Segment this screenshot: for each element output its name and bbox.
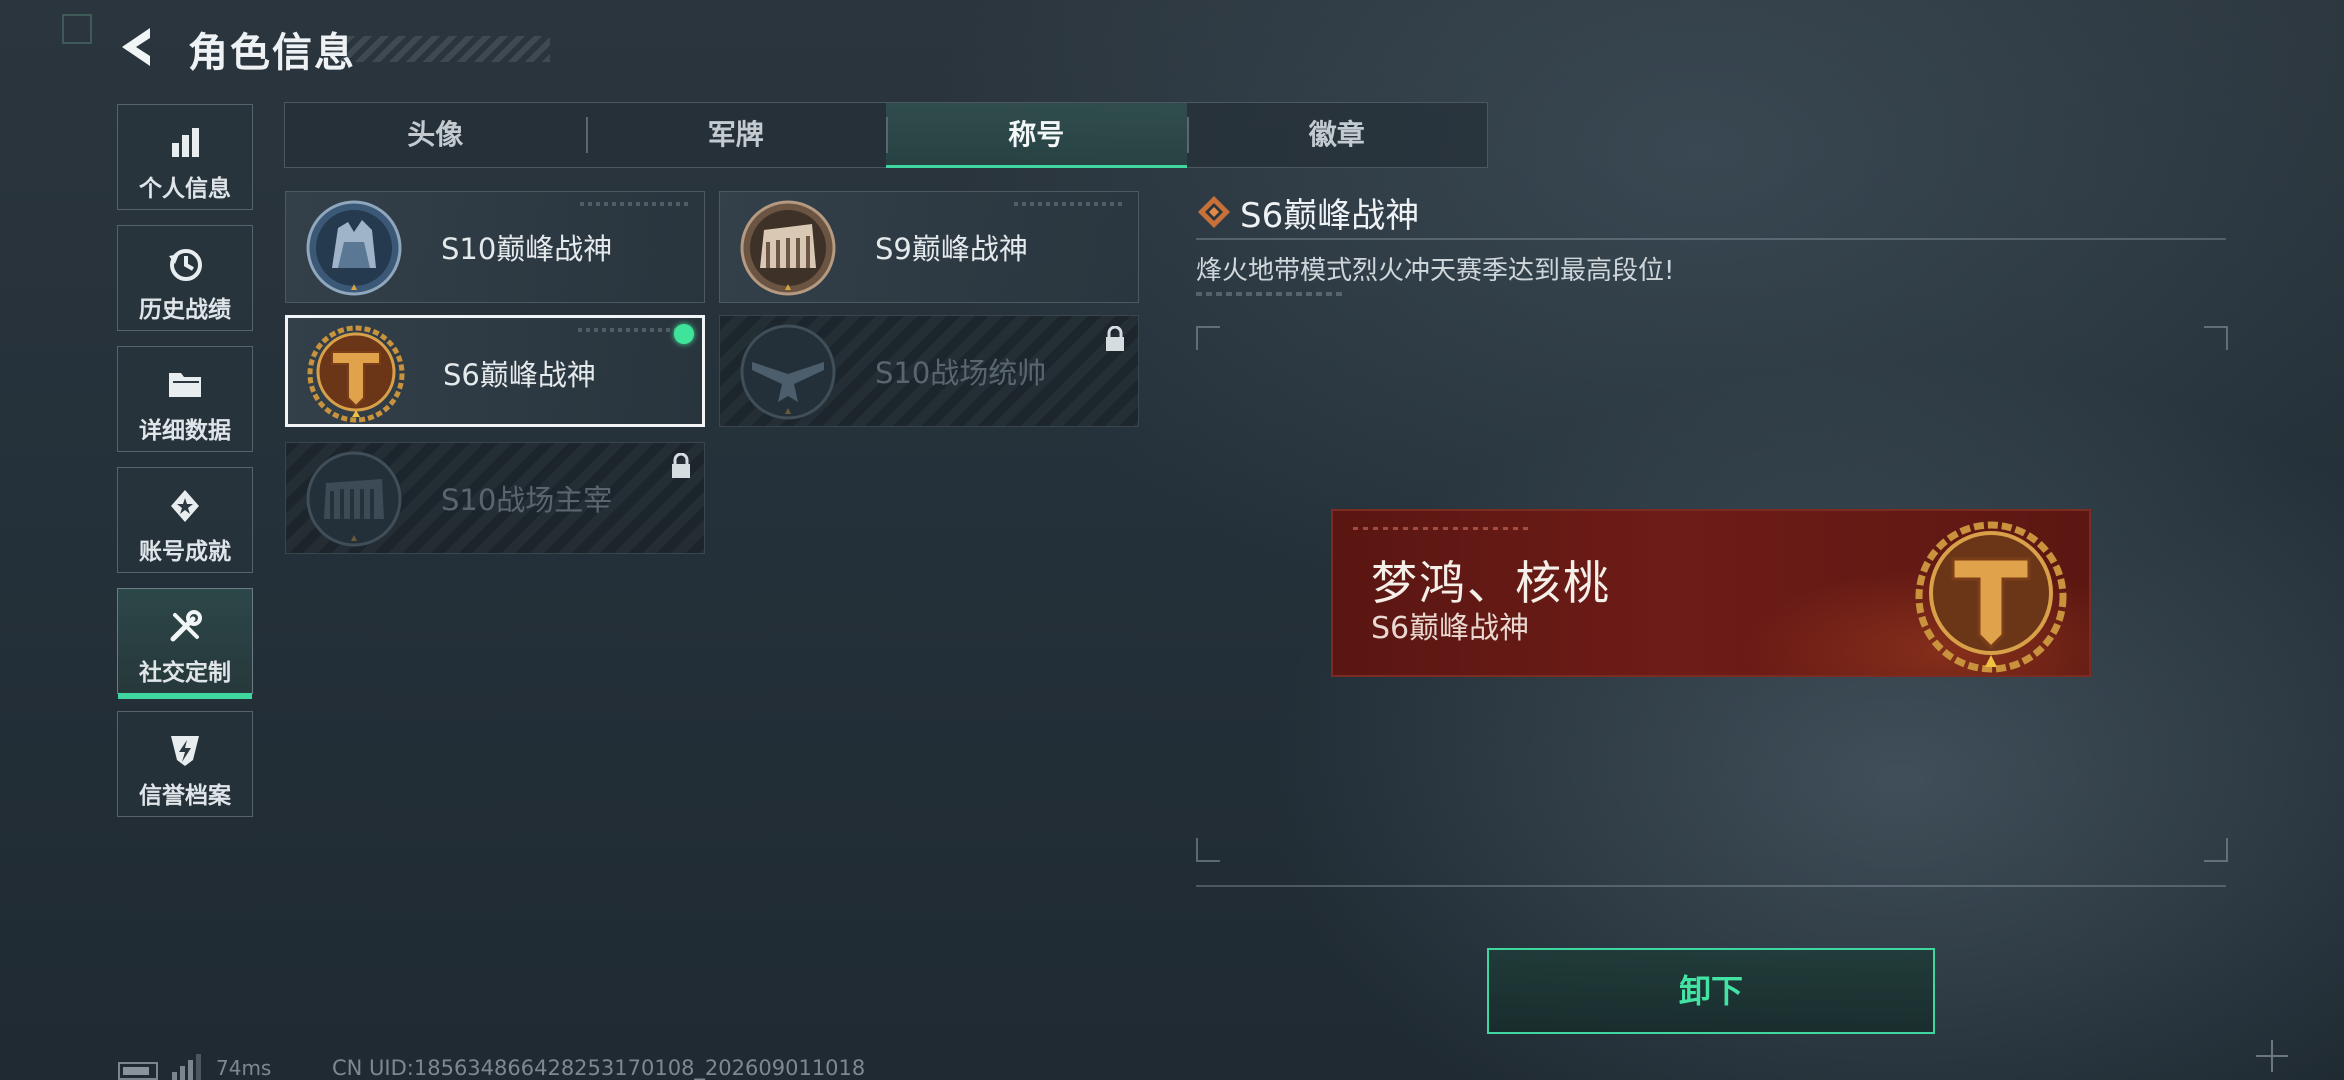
aircraft-emblem-icon — [740, 324, 836, 420]
tab-badge[interactable]: 徽章 — [1186, 103, 1488, 167]
frame-corner — [2204, 326, 2228, 350]
gold-t-emblem-icon — [307, 325, 405, 423]
back-arrow-icon[interactable] — [112, 22, 162, 72]
card-decoration — [578, 328, 688, 332]
title-name: S10巅峰战神 — [441, 232, 613, 266]
corner-frame-decoration — [62, 14, 92, 44]
sidebar-item-label: 个人信息 — [139, 176, 231, 202]
divider — [1196, 885, 2226, 887]
card-decoration — [1014, 202, 1124, 206]
lock-icon — [1106, 326, 1124, 351]
sidebar-item-details[interactable]: 详细数据 — [117, 346, 253, 452]
unequip-button[interactable]: 卸下 — [1487, 948, 1935, 1034]
ping-value: 74ms — [216, 1056, 272, 1080]
nameplate-preview: 梦鸿、核桃 S6巅峰战神 — [1331, 509, 2091, 677]
signal-icon — [172, 1054, 201, 1080]
detail-description: 烽火地带模式烈火冲天赛季达到最高段位! — [1196, 256, 1675, 286]
title-diamond-icon — [1198, 196, 1230, 228]
title-name: S6巅峰战神 — [443, 358, 596, 392]
gold-t-emblem-icon — [1915, 521, 2067, 673]
title-card-selected[interactable]: S6巅峰战神 — [285, 315, 705, 427]
title-name: S10战场主宰 — [441, 483, 613, 517]
colosseum-emblem-icon — [306, 451, 402, 547]
title-name: S9巅峰战神 — [875, 232, 1028, 266]
category-tabs: 头像 军牌 称号 徽章 — [284, 102, 1488, 168]
frame-corner — [1196, 838, 1220, 862]
user-uid: CN UID:185634866428253170108_20260901101… — [332, 1056, 866, 1080]
title-card-locked[interactable]: S10战场统帅 — [719, 315, 1139, 427]
bar-chart-icon — [172, 128, 199, 157]
credit-shield-icon — [171, 736, 199, 766]
tab-dog-tag[interactable]: 军牌 — [585, 103, 887, 167]
bronze-fortress-emblem-icon — [740, 200, 836, 296]
title-name: S10战场统帅 — [875, 356, 1047, 390]
detail-title: S6巅峰战神 — [1240, 196, 1420, 236]
player-title: S6巅峰战神 — [1371, 611, 1530, 646]
description-decoration — [1196, 292, 1346, 296]
sidebar-item-credit-archive[interactable]: 信誉档案 — [117, 711, 253, 817]
frame-corner — [1196, 326, 1220, 350]
page-title: 角色信息 — [188, 30, 356, 76]
folder-icon — [169, 373, 201, 397]
tab-title[interactable]: 称号 — [886, 103, 1187, 168]
sidebar-item-label: 社交定制 — [139, 660, 231, 686]
title-card[interactable]: S9巅峰战神 — [719, 191, 1139, 303]
sidebar-item-personal-info[interactable]: 个人信息 — [117, 104, 253, 210]
sidebar-item-label: 账号成就 — [139, 539, 231, 565]
tab-avatar[interactable]: 头像 — [285, 103, 586, 167]
active-indicator — [118, 693, 252, 699]
battery-icon — [118, 1062, 158, 1080]
card-decoration — [580, 202, 690, 206]
sidebar-item-social-custom[interactable]: 社交定制 — [117, 588, 253, 699]
sidebar-item-label: 历史战绩 — [139, 297, 231, 323]
sidebar-item-label: 详细数据 — [139, 418, 231, 444]
frame-corner — [2204, 838, 2228, 862]
title-card-locked[interactable]: S10战场主宰 — [285, 442, 705, 554]
clock-history-icon — [169, 249, 202, 281]
sidebar-item-history[interactable]: 历史战绩 — [117, 225, 253, 331]
blue-fortress-emblem-icon — [306, 200, 402, 296]
title-hatch-decoration — [330, 36, 550, 62]
tools-icon — [170, 610, 202, 642]
plate-decoration — [1353, 527, 1533, 530]
title-card[interactable]: S10巅峰战神 — [285, 191, 705, 303]
sidebar-item-achievements[interactable]: 账号成就 — [117, 467, 253, 573]
sidebar-item-label: 信誉档案 — [139, 783, 231, 809]
achievement-badge-icon — [171, 490, 199, 522]
crosshair-icon — [2256, 1040, 2288, 1072]
lock-icon — [672, 453, 690, 478]
equipped-indicator — [674, 324, 694, 344]
divider — [1196, 238, 2226, 240]
